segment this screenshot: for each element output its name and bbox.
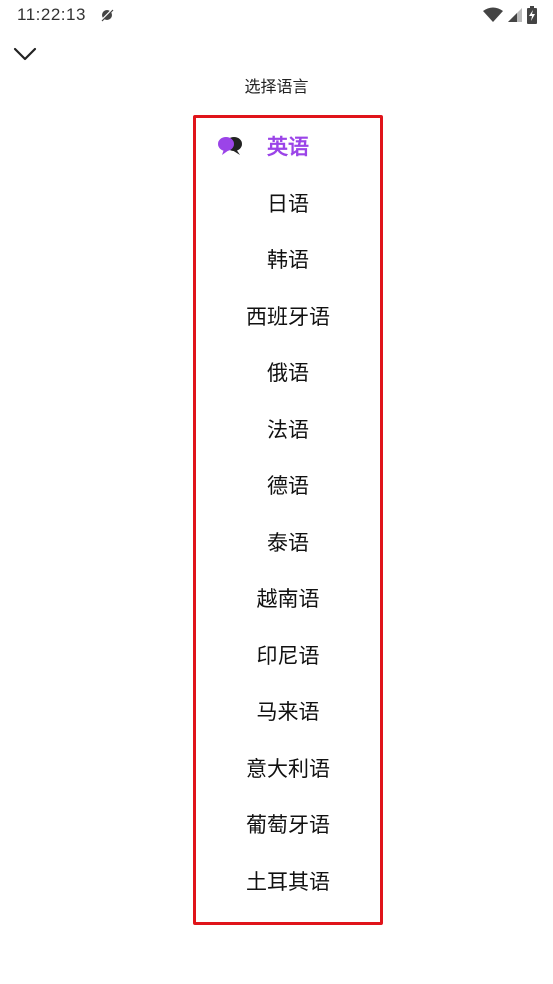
language-item-malay[interactable]: 马来语 bbox=[196, 683, 380, 739]
language-item-russian[interactable]: 俄语 bbox=[196, 344, 380, 400]
language-item-italian[interactable]: 意大利语 bbox=[196, 740, 380, 796]
language-item-portuguese[interactable]: 葡萄牙语 bbox=[196, 796, 380, 852]
language-label: 土耳其语 bbox=[246, 870, 330, 894]
signal-icon bbox=[508, 8, 522, 22]
language-item-korean[interactable]: 韩语 bbox=[196, 231, 380, 287]
language-item-german[interactable]: 德语 bbox=[196, 457, 380, 513]
language-item-french[interactable]: 法语 bbox=[196, 401, 380, 457]
language-item-thai[interactable]: 泰语 bbox=[196, 514, 380, 570]
language-label: 俄语 bbox=[267, 361, 309, 385]
language-label: 印尼语 bbox=[256, 644, 320, 668]
battery-icon bbox=[527, 6, 537, 24]
language-item-spanish[interactable]: 西班牙语 bbox=[196, 288, 380, 344]
language-list: 英语 日语 韩语 西班牙语 俄语 法语 德语 泰语 越南语 印尼语 马来语 意大… bbox=[193, 115, 383, 925]
language-label: 法语 bbox=[267, 418, 309, 442]
language-label: 日语 bbox=[267, 192, 309, 216]
language-label: 韩语 bbox=[267, 248, 309, 272]
wifi-icon bbox=[483, 7, 503, 22]
status-time: 11:22:13 bbox=[17, 5, 86, 24]
chat-bubbles-icon bbox=[218, 137, 242, 155]
language-item-japanese[interactable]: 日语 bbox=[196, 175, 380, 231]
language-item-vietnamese[interactable]: 越南语 bbox=[196, 570, 380, 626]
page-title: 选择语言 bbox=[244, 77, 309, 96]
language-label: 越南语 bbox=[256, 587, 320, 611]
language-item-english[interactable]: 英语 bbox=[196, 118, 380, 174]
language-item-indonesian[interactable]: 印尼语 bbox=[196, 627, 380, 683]
language-label: 泰语 bbox=[267, 531, 309, 555]
language-label: 德语 bbox=[267, 474, 309, 498]
status-bar: 11:22:13 bbox=[0, 0, 553, 32]
language-label: 英语 bbox=[267, 135, 309, 159]
language-label: 西班牙语 bbox=[246, 305, 330, 329]
language-label: 马来语 bbox=[256, 700, 320, 724]
language-item-turkish[interactable]: 土耳其语 bbox=[196, 853, 380, 909]
notification-icon bbox=[100, 8, 114, 22]
chevron-down-icon[interactable] bbox=[12, 44, 38, 64]
language-label: 意大利语 bbox=[246, 757, 330, 781]
language-label: 葡萄牙语 bbox=[246, 813, 330, 837]
